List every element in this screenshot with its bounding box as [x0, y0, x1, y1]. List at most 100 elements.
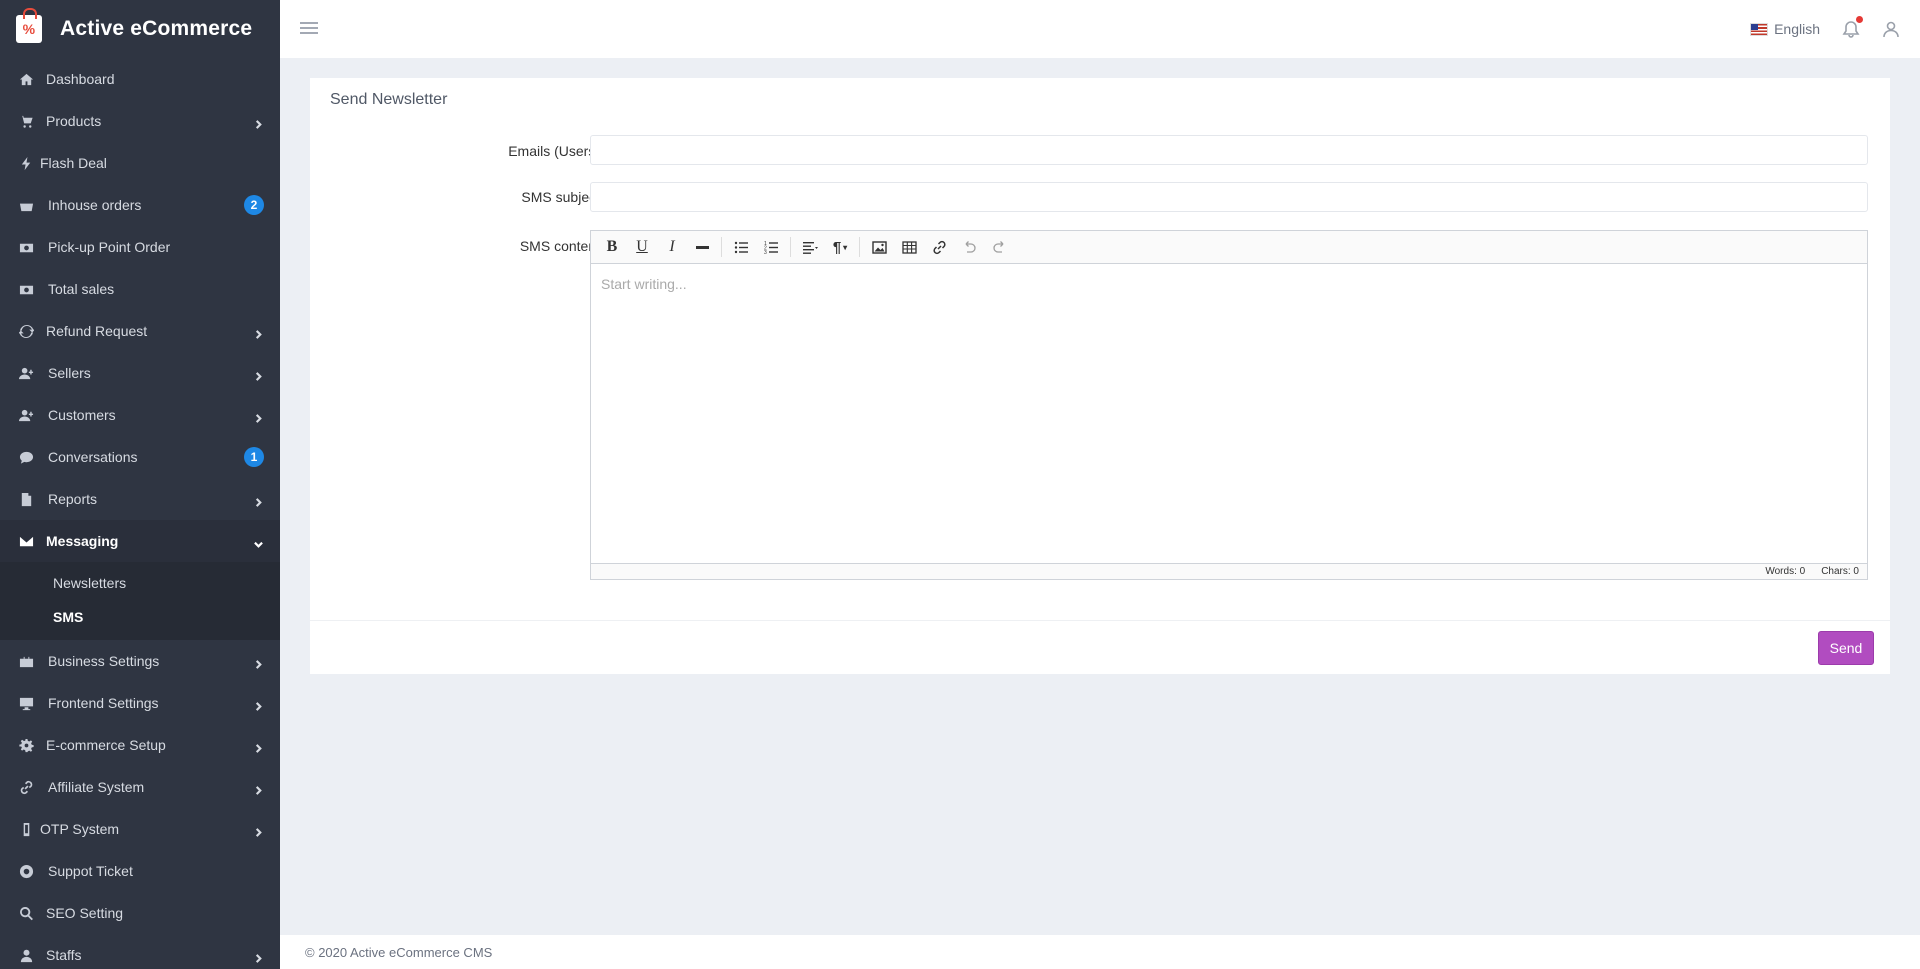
notification-dot [1856, 16, 1863, 23]
sidebar-item-inhouse-orders[interactable]: Inhouse orders 2 [0, 184, 280, 226]
send-button[interactable]: Send [1818, 631, 1874, 665]
chevron-right-icon [254, 824, 264, 837]
bullet-list-icon[interactable] [726, 234, 756, 260]
card-title: Send Newsletter [330, 91, 448, 108]
sidebar-item-refund-request[interactable]: Refund Request [0, 310, 280, 352]
align-dropdown-icon[interactable] [795, 234, 825, 260]
sidebar-item-label: SEO Setting [46, 905, 124, 921]
underline-button[interactable]: U [627, 234, 657, 260]
sidebar-item-sellers[interactable]: Sellers [0, 352, 280, 394]
bolt-icon [18, 155, 34, 171]
desktop-icon [18, 695, 34, 711]
chevron-right-icon [254, 116, 264, 129]
sidebar-item-staffs[interactable]: Staffs [0, 934, 280, 969]
chevron-right-icon [254, 698, 264, 711]
sidebar: % Active eCommerce Dashboard Products Fl… [0, 0, 280, 969]
chat-icon [18, 449, 34, 465]
sidebar-item-messaging[interactable]: Messaging [0, 520, 280, 562]
user-plus-icon [18, 365, 34, 381]
sidebar-item-conversations[interactable]: Conversations 1 [0, 436, 280, 478]
insert-table-icon[interactable] [894, 234, 924, 260]
chevron-down-icon [254, 536, 264, 548]
sidebar-item-total-sales[interactable]: Total sales [0, 268, 280, 310]
bold-button[interactable]: B [597, 234, 627, 260]
cart-icon [18, 113, 34, 129]
sidebar-item-affiliate-system[interactable]: Affiliate System [0, 766, 280, 808]
chevron-right-icon [254, 326, 264, 339]
briefcase-icon [18, 653, 34, 669]
editor-content-area[interactable]: Start writing... [591, 264, 1867, 562]
sidebar-item-dashboard[interactable]: Dashboard [0, 58, 280, 100]
sidebar-item-label: Frontend Settings [48, 695, 159, 711]
horizontal-rule-button[interactable] [687, 234, 717, 260]
paragraph-dropdown-icon[interactable]: ¶ ▾ [825, 234, 855, 260]
chevron-right-icon [254, 368, 264, 381]
insert-link-icon[interactable] [924, 234, 954, 260]
sidebar-item-label: Customers [48, 407, 116, 423]
brand-name: Active eCommerce [60, 17, 253, 40]
sidebar-item-products[interactable]: Products [0, 100, 280, 142]
send-newsletter-card: Send Newsletter Emails (Users) SMS subje… [310, 78, 1890, 674]
basket-icon [18, 197, 34, 213]
insert-image-icon[interactable] [864, 234, 894, 260]
topbar: English [280, 0, 1920, 58]
undo-icon[interactable] [954, 234, 984, 260]
us-flag-icon [1750, 22, 1769, 36]
sms-content-label: SMS content [519, 238, 600, 254]
topbar-actions: English [1750, 0, 1900, 58]
chevron-right-icon [254, 410, 264, 423]
language-switcher[interactable]: English [1750, 21, 1820, 37]
sidebar-subitem-sms[interactable]: SMS [0, 600, 280, 634]
sidebar-item-customers[interactable]: Customers [0, 394, 280, 436]
sidebar-item-reports[interactable]: Reports [0, 478, 280, 520]
user-icon [18, 947, 34, 963]
redo-icon[interactable] [984, 234, 1014, 260]
search-icon [18, 905, 34, 921]
toolbar-divider [721, 237, 722, 257]
sidebar-item-label: Conversations [48, 449, 138, 465]
menu-toggle-icon[interactable] [300, 22, 318, 36]
user-plus-icon [18, 407, 34, 423]
refresh-icon [18, 323, 34, 339]
sidebar-subitem-newsletters[interactable]: Newsletters [0, 566, 280, 600]
chevron-right-icon [254, 740, 264, 753]
sidebar-item-otp-system[interactable]: OTP System [0, 808, 280, 850]
page-footer: © 2020 Active eCommerce CMS [280, 935, 1920, 969]
sidebar-item-label: Affiliate System [48, 779, 145, 795]
language-label: English [1774, 21, 1820, 37]
sidebar-item-label: Business Settings [48, 653, 160, 669]
notification-bell-icon[interactable] [1842, 16, 1863, 38]
chevron-right-icon [254, 782, 264, 795]
copyright-text: © 2020 Active eCommerce CMS [305, 944, 493, 960]
sidebar-item-frontend-settings[interactable]: Frontend Settings [0, 682, 280, 724]
sidebar-item-label: Reports [48, 491, 98, 507]
brand[interactable]: % Active eCommerce [0, 0, 280, 58]
editor-statusbar: Words: 0 Chars: 0 [591, 563, 1867, 579]
sidebar-item-business-settings[interactable]: Business Settings [0, 640, 280, 682]
emails-input[interactable] [590, 135, 1868, 165]
gear-icon [18, 737, 34, 753]
orders-count-badge: 2 [244, 195, 264, 215]
emails-label: Emails (Users) [508, 143, 600, 159]
sidebar-item-label: Inhouse orders [48, 197, 142, 213]
user-account-icon[interactable] [1882, 20, 1900, 38]
chevron-right-icon [254, 656, 264, 669]
italic-button[interactable]: I [657, 234, 687, 260]
sms-subject-input[interactable] [590, 182, 1868, 212]
numbered-list-icon[interactable]: 123 [756, 234, 786, 260]
sidebar-item-label: OTP System [40, 821, 120, 837]
sidebar-item-ecommerce-setup[interactable]: E-commerce Setup [0, 724, 280, 766]
money-icon [18, 239, 34, 255]
toolbar-divider [790, 237, 791, 257]
word-count: Words: 0 [1765, 566, 1806, 577]
sidebar-item-support-ticket[interactable]: Suppot Ticket [0, 850, 280, 892]
sidebar-item-label: Pick-up Point Order [48, 239, 171, 255]
sidebar-item-flash-deal[interactable]: Flash Deal [0, 142, 280, 184]
svg-text:3: 3 [764, 250, 767, 255]
chevron-right-icon [254, 494, 264, 507]
sidebar-item-label: Total sales [48, 281, 115, 297]
sidebar-item-label: Dashboard [46, 71, 115, 87]
card-footer-divider [310, 620, 1890, 621]
sidebar-item-seo-setting[interactable]: SEO Setting [0, 892, 280, 934]
sidebar-item-pickup-point-order[interactable]: Pick-up Point Order [0, 226, 280, 268]
